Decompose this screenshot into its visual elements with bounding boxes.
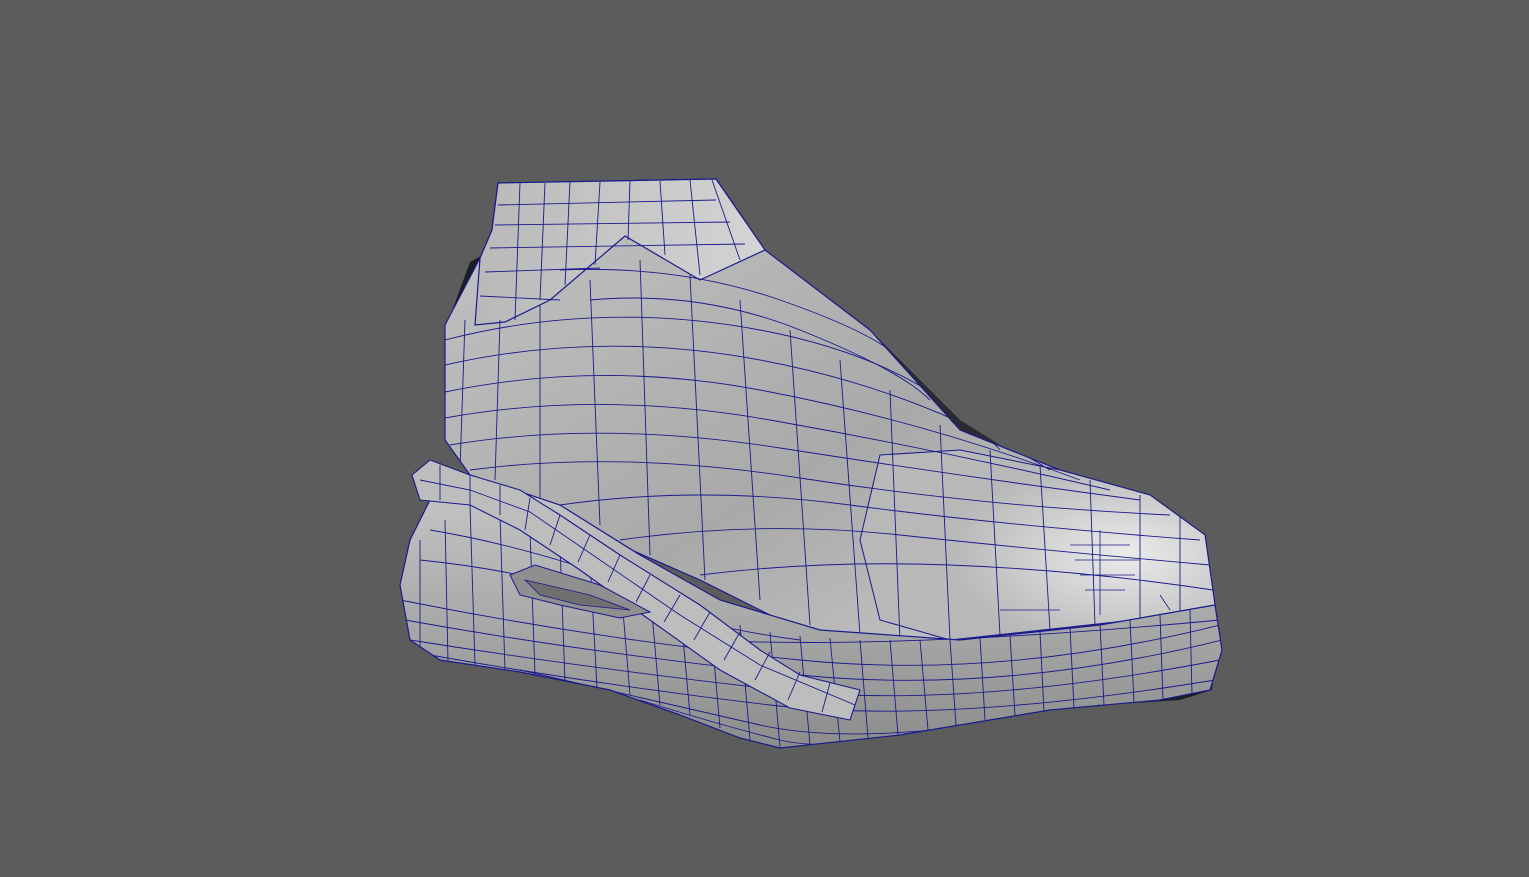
3d-viewport[interactable] [0,0,1529,877]
toe-cap[interactable] [859,449,1216,641]
shoe-model[interactable] [0,0,1529,877]
